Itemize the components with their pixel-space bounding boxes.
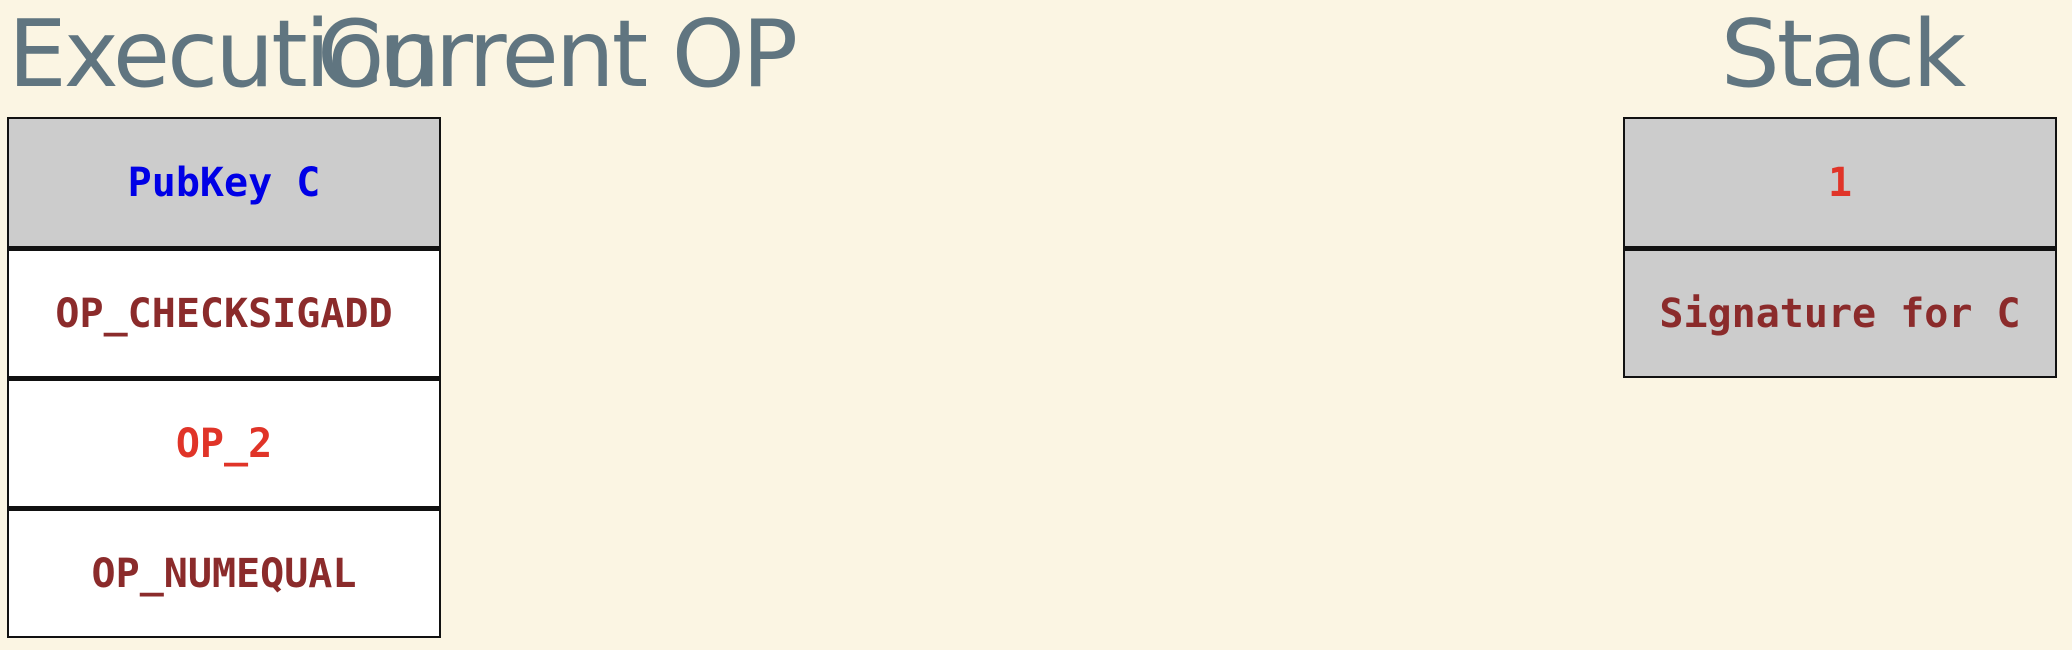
execution-item: OP_CHECKSIGADD <box>7 247 441 378</box>
stack-heading: Stack <box>1720 0 1966 108</box>
stack-item: Signature for C <box>1623 247 2057 378</box>
execution-item: OP_NUMEQUAL <box>7 507 441 638</box>
stack-item: 1 <box>1623 117 2057 248</box>
execution-item: PubKey C <box>7 117 441 248</box>
execution-column: PubKey C OP_CHECKSIGADD OP_2 OP_NUMEQUAL <box>7 117 441 638</box>
current-op-heading: Current OP <box>316 0 798 108</box>
execution-item: OP_2 <box>7 377 441 508</box>
stack-column: 1 Signature for C <box>1623 117 2057 378</box>
